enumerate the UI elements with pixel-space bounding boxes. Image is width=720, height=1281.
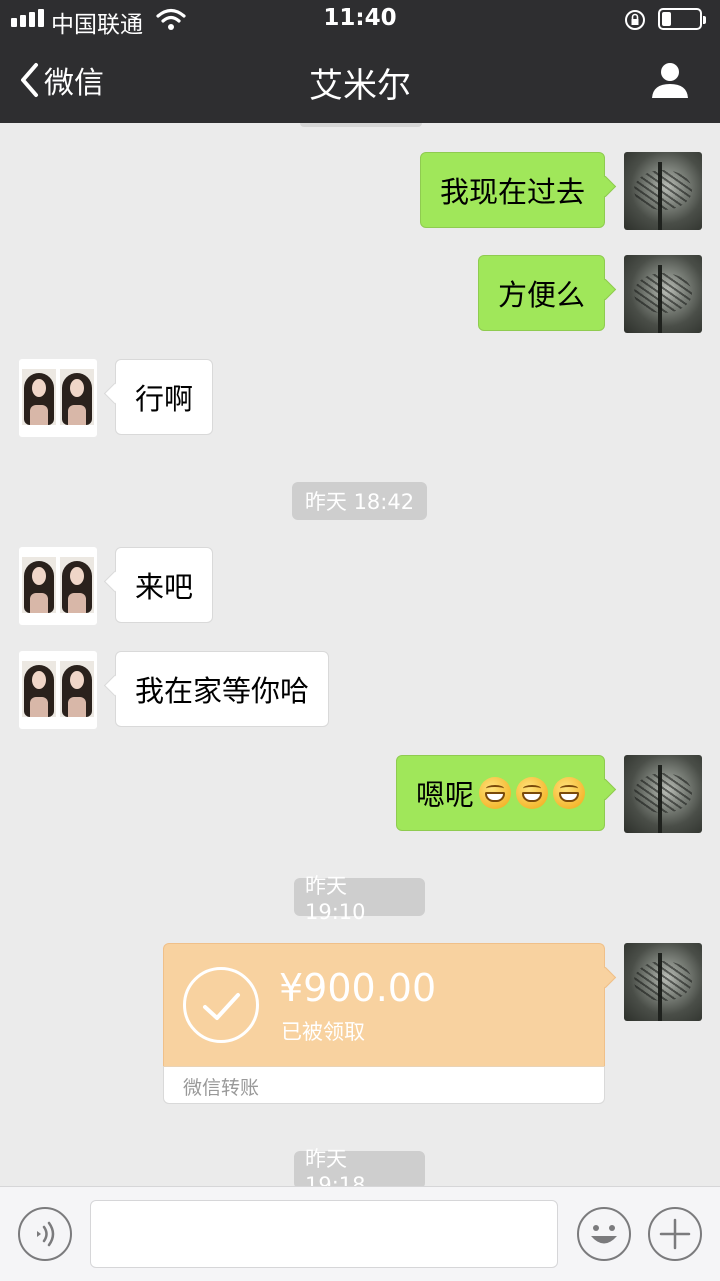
transfer-card[interactable]: ¥900.00 已被领取 微信转账: [163, 943, 605, 1104]
my-avatar[interactable]: [624, 255, 702, 333]
message-bubble-incoming[interactable]: 行啊: [115, 359, 214, 435]
message-text: 我在家等你哈: [135, 674, 310, 708]
battery-fill: [662, 12, 671, 26]
chat-area[interactable]: 我现在过去 方便么 行啊 昨天 18:42 来吧 我在家等你哈 嗯呢 昨天 19…: [0, 123, 720, 1186]
my-avatar[interactable]: [624, 943, 702, 1021]
timestamp: 昨天 19:10: [294, 874, 425, 924]
person-icon[interactable]: [650, 60, 690, 100]
voice-icon[interactable]: [18, 1207, 72, 1261]
status-bar: 中国联通 11:40: [0, 0, 720, 40]
transfer-source: 微信转账: [183, 1077, 260, 1099]
message-text: 行啊: [135, 382, 194, 416]
message-bubble-outgoing[interactable]: 嗯呢: [395, 755, 605, 831]
transfer-card-body: ¥900.00 已被领取: [163, 943, 605, 1066]
contact-avatar[interactable]: [19, 359, 97, 437]
timestamp: 昨天 18:42: [292, 482, 427, 520]
transfer-status: 已被领取: [281, 1020, 365, 1044]
message-input[interactable]: [90, 1200, 558, 1268]
message-bubble-outgoing[interactable]: 方便么: [477, 255, 605, 331]
rotation-lock-icon: [625, 10, 645, 30]
timestamp: 昨天 19:18: [294, 1147, 425, 1186]
transfer-amount: ¥900.00: [279, 966, 437, 1010]
chat-title: 艾米尔: [309, 66, 411, 106]
message-bubble-incoming[interactable]: 我在家等你哈: [115, 651, 330, 727]
previous-message-edge: [300, 123, 422, 127]
message-bubble-incoming[interactable]: 来吧: [115, 547, 214, 623]
clock: 11:40: [323, 5, 397, 31]
message-text: 方便么: [497, 278, 585, 312]
top-bar: 中国联通 11:40 微信 艾米尔: [0, 0, 720, 123]
grin-emoji-icon: [553, 777, 585, 809]
grin-emoji-icon: [479, 777, 511, 809]
grin-emoji-icon: [516, 777, 548, 809]
contact-avatar[interactable]: [19, 651, 97, 729]
transfer-card-footer: 微信转账: [163, 1066, 605, 1104]
message-text: 嗯呢: [415, 778, 474, 812]
input-bar: [0, 1186, 720, 1281]
smiley-icon[interactable]: [577, 1207, 631, 1261]
my-avatar[interactable]: [624, 755, 702, 833]
message-text: 我现在过去: [439, 175, 585, 209]
battery-icon: [658, 8, 706, 30]
message-bubble-outgoing[interactable]: 我现在过去: [419, 152, 605, 228]
my-avatar[interactable]: [624, 152, 702, 230]
check-circle-icon: [183, 967, 259, 1043]
contact-avatar[interactable]: [19, 547, 97, 625]
message-text: 来吧: [135, 570, 194, 604]
plus-icon[interactable]: [648, 1207, 702, 1261]
